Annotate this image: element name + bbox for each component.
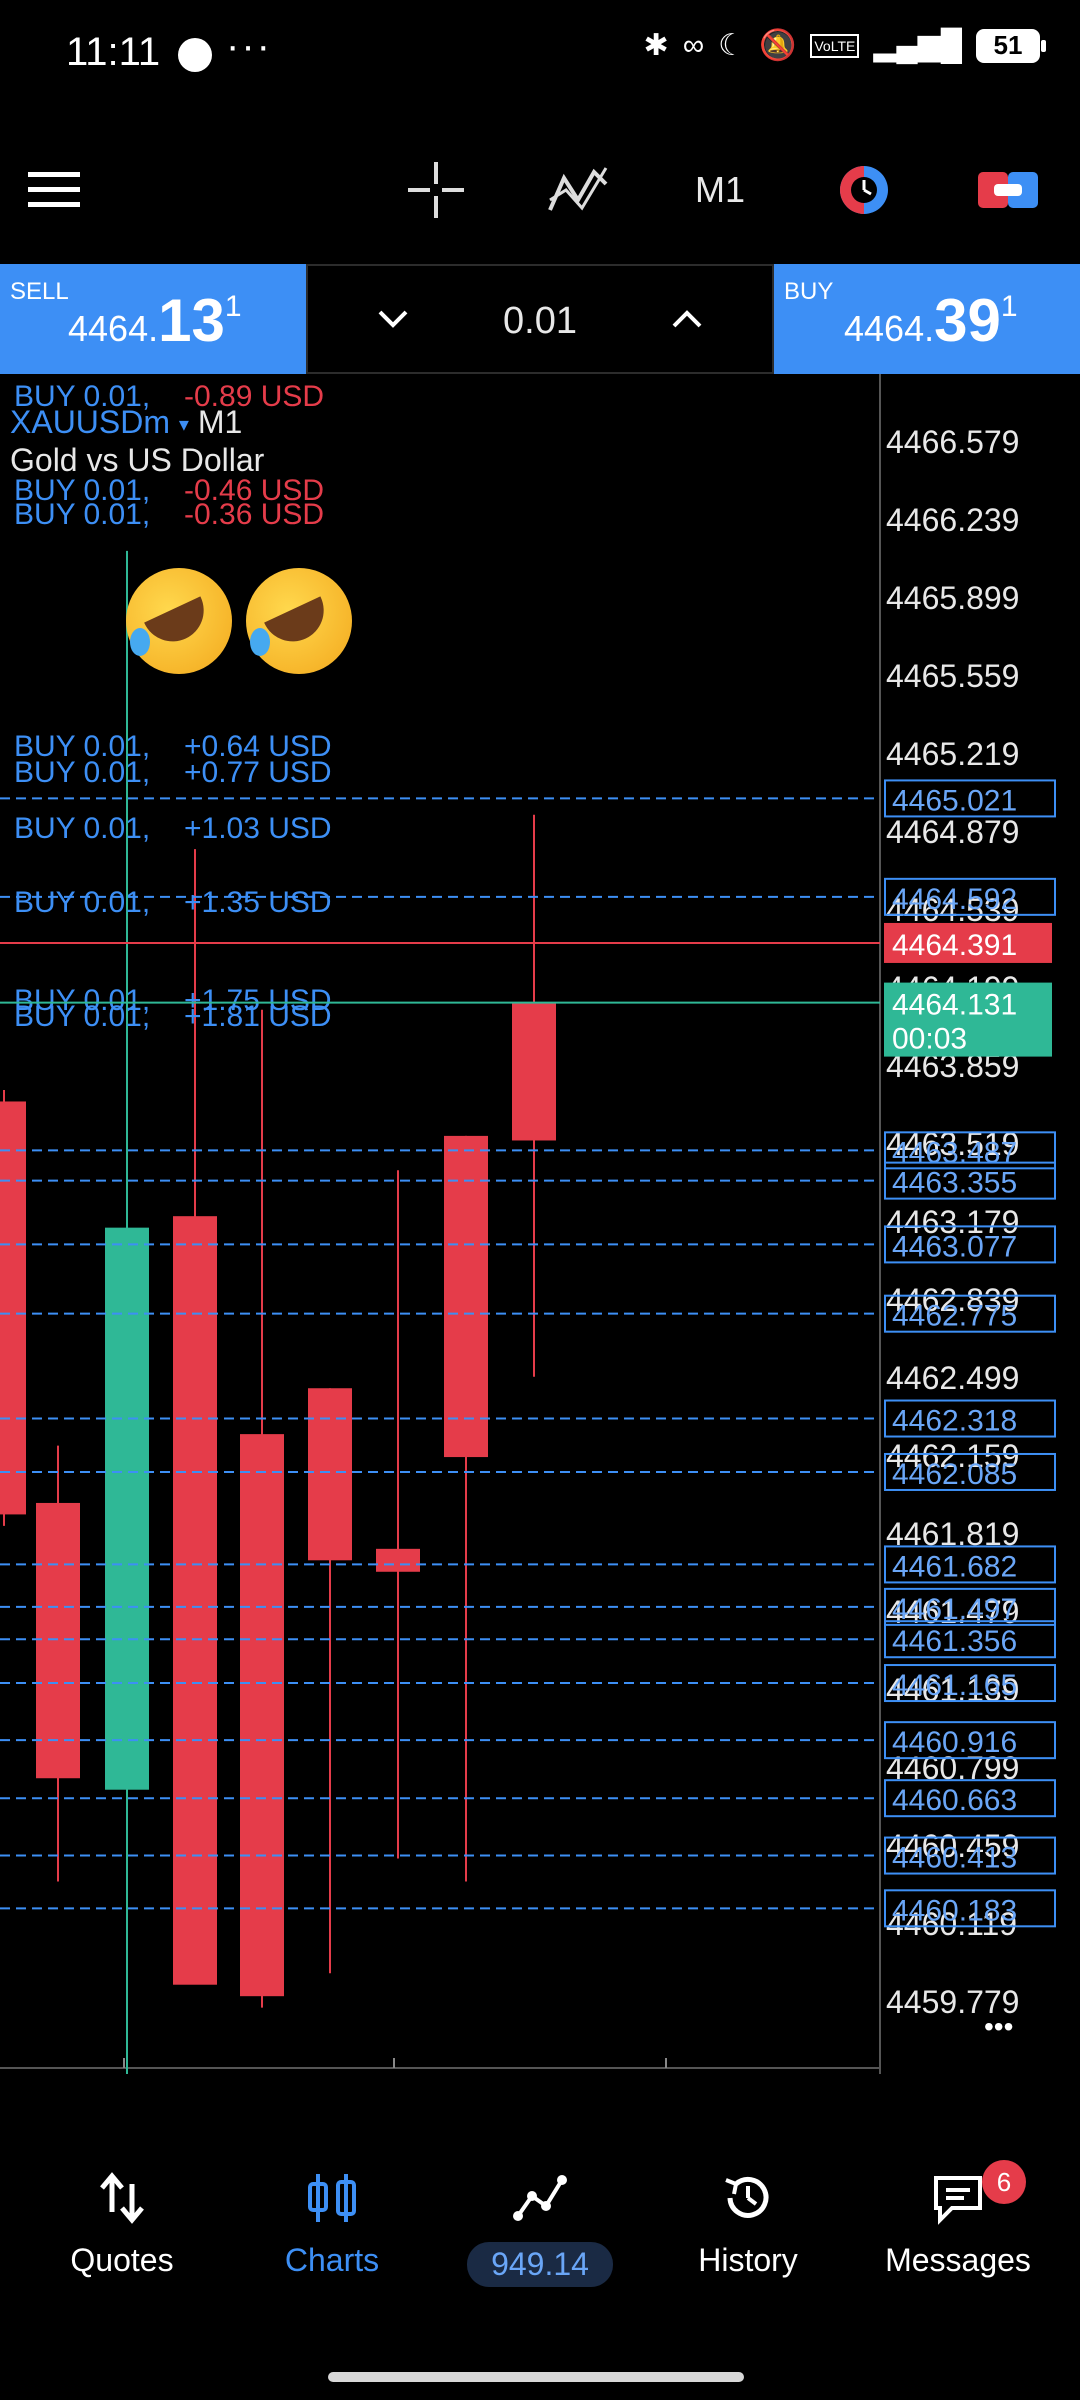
order-label-pl: +1.81 USD — [184, 1000, 332, 1033]
home-indicator[interactable] — [328, 2372, 744, 2382]
nav-quotes[interactable]: Quotes — [22, 2170, 222, 2279]
order-label-text: BUY 0.01, — [14, 756, 150, 789]
order-price-label: 4463.487 — [892, 1136, 1017, 1169]
price-axis-label: 4465.219 — [886, 736, 1019, 772]
ask-price-label: 4464.391 — [892, 929, 1017, 962]
order-price-label: 4463.077 — [892, 1230, 1017, 1263]
mute-icon: 🔕 — [758, 29, 797, 62]
price-axis-label: 4465.899 — [886, 580, 1019, 616]
symbol-label: XAUUSDm ▾ M1 — [10, 404, 243, 440]
order-label-text: BUY 0.01, — [14, 812, 150, 845]
order-label-pl: +0.77 USD — [184, 756, 332, 789]
sell-button[interactable]: SELL 4464.131 — [0, 264, 306, 374]
order-price-label: 4462.775 — [892, 1300, 1017, 1333]
price-axis-label: 4465.559 — [886, 658, 1019, 694]
order-price-label: 4460.183 — [892, 1894, 1017, 1927]
buy-price: 4464.391 — [844, 287, 1018, 354]
candle-body — [376, 1548, 420, 1572]
charts-candles-icon — [308, 2174, 356, 2222]
status-icons: ✱ ∞ ☾ 🔕 VoLTE ▂▄▆█ 51 — [643, 28, 1046, 63]
trade-line-icon — [513, 2175, 567, 2221]
more-options-dots: ••• — [984, 2011, 1013, 2042]
nav-history-label: History — [698, 2242, 798, 2278]
order-price-label: 4462.085 — [892, 1458, 1017, 1491]
order-label-pl: +1.35 USD — [184, 886, 332, 919]
laughing-emoji-icon — [126, 568, 232, 674]
nav-messages[interactable]: 6 Messages — [858, 2160, 1058, 2279]
timeframe-button[interactable]: M1 — [690, 160, 750, 220]
order-price-label: 4461.356 — [892, 1625, 1017, 1658]
menu-icon[interactable] — [26, 160, 82, 220]
bar-timer-label: 00:03 — [892, 1023, 967, 1056]
nav-quotes-label: Quotes — [70, 2242, 174, 2278]
candle-body — [240, 1434, 284, 1997]
bottom-navigation: Quotes Charts 949.14 History 6 Messages — [0, 2150, 1080, 2330]
objects-icon[interactable] — [836, 160, 892, 220]
order-price-label: 4462.318 — [892, 1405, 1017, 1438]
nav-charts[interactable]: Charts — [232, 2170, 432, 2279]
candle-body — [444, 1135, 488, 1458]
bluetooth-icon: ✱ — [643, 29, 669, 62]
messages-badge: 6 — [982, 2160, 1026, 2204]
candle-body — [173, 1216, 217, 1985]
telegram-icon — [178, 38, 212, 72]
candle-body — [36, 1502, 80, 1779]
order-price-label: 4463.355 — [892, 1167, 1017, 1200]
bid-price-label: 4464.131 — [892, 989, 1017, 1022]
price-axis-label: 4466.579 — [886, 424, 1019, 460]
buy-button[interactable]: BUY 4464.391 — [774, 264, 1080, 374]
order-price-label: 4460.916 — [892, 1726, 1017, 1759]
order-label-pl: -0.36 USD — [184, 498, 324, 531]
nav-trade-label: 949.14 — [467, 2242, 613, 2287]
nav-history[interactable]: History — [648, 2170, 848, 2279]
price-axis-label: 4462.499 — [886, 1360, 1019, 1396]
one-click-panel: SELL 4464.131 0.01 BUY 4464.391 — [0, 264, 1080, 374]
price-axis-label: 4466.239 — [886, 502, 1019, 538]
volte-icon: VoLTE — [810, 33, 860, 58]
order-price-label: 4460.663 — [892, 1784, 1017, 1817]
sell-label: SELL — [10, 278, 69, 305]
candle-body — [308, 1388, 352, 1561]
quotes-arrows-icon — [100, 2172, 144, 2224]
order-label-pl: +1.03 USD — [184, 812, 332, 845]
buy-label: BUY — [784, 278, 834, 305]
crosshair-icon[interactable] — [406, 160, 466, 220]
order-price-label: 4461.165 — [892, 1669, 1017, 1702]
price-axis-label: 4464.879 — [886, 814, 1019, 850]
nav-messages-label: Messages — [885, 2242, 1031, 2278]
order-price-label: 4461.682 — [892, 1550, 1017, 1583]
order-price-label: 4464.592 — [892, 883, 1017, 916]
history-clock-icon — [725, 2176, 769, 2218]
candle-body — [105, 1227, 149, 1790]
indicators-icon[interactable] — [546, 160, 610, 220]
link-icon: ∞ — [682, 28, 705, 62]
chevron-up-icon[interactable] — [662, 294, 712, 344]
order-price-label: 4465.021 — [892, 784, 1017, 817]
laughing-emoji-icon — [246, 568, 352, 674]
symbol-description: Gold vs US Dollar — [10, 442, 265, 478]
signal-icon: ▂▄▆█ — [873, 29, 962, 62]
order-price-label: 4460.413 — [892, 1842, 1017, 1875]
nav-charts-label: Charts — [284, 2242, 380, 2278]
price-chart[interactable]: 4466.579 4466.239 4465.899 4465.559 4465.219… — [0, 374, 1080, 2074]
one-click-trading-icon[interactable] — [978, 160, 1038, 220]
status-time: 11:11 — [66, 30, 161, 74]
battery-icon: 51 — [976, 28, 1046, 63]
status-bar: 11:11 ··· ✱ ∞ ☾ 🔕 VoLTE ▂▄▆█ 51 — [0, 0, 1080, 110]
order-label-text: BUY 0.01, — [14, 886, 150, 919]
lot-size-control: 0.01 — [306, 264, 774, 374]
nav-trade[interactable]: 949.14 — [440, 2170, 640, 2287]
sell-price: 4464.131 — [68, 287, 242, 354]
moon-icon: ☾ — [718, 29, 745, 62]
candle-body — [512, 1002, 556, 1141]
messages-icon — [934, 2176, 982, 2225]
chart-toolbar: M1 — [0, 110, 1080, 264]
order-label-text: BUY 0.01, — [14, 498, 150, 531]
candle-body — [0, 1101, 26, 1515]
order-label-text: BUY 0.01, — [14, 1000, 150, 1033]
more-notifications-icon: ··· — [226, 24, 272, 68]
